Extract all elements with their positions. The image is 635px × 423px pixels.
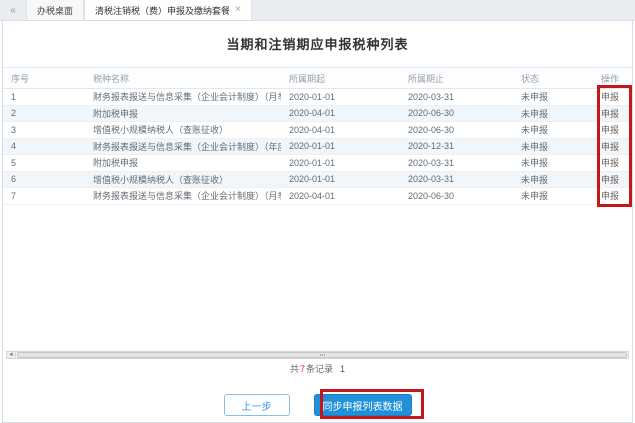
main-panel: 当期和注销期应申报税种列表 序号 税种名称 所属期起 所属期止 状态 操作 1财… [2,21,633,423]
period-end: 2020-03-31 [400,174,513,184]
period-start: 2020-04-01 [281,191,400,201]
period-end: 2020-06-30 [400,191,513,201]
tax-type-name: 财务报表报送与信息采集（企业会计制度）（年度） [85,140,281,153]
tax-type-name: 增值税小规模纳税人（查账征收） [85,123,281,136]
declare-link[interactable]: 申报 [593,123,632,136]
table-row: 5附加税申报2020-01-012020-03-31未申报申报 [3,155,632,172]
row-number: 6 [3,174,85,184]
table-row: 2附加税申报2020-04-012020-06-30未申报申报 [3,106,632,123]
period-start: 2020-04-01 [281,108,400,118]
row-number: 3 [3,125,85,135]
row-number: 1 [3,92,85,102]
declare-link[interactable]: 申报 [593,140,632,153]
footer-actions: 上一步 同步申报列表数据 [3,393,632,417]
record-count-suffix: 条记录 [306,364,333,374]
scrollbar-thumb[interactable] [17,352,627,358]
period-end: 2020-03-31 [400,92,513,102]
row-number: 5 [3,158,85,168]
scroll-left-arrow-icon[interactable]: ◄ [7,352,16,358]
table-row: 3增值税小规模纳税人（查账征收）2020-04-012020-06-30未申报申… [3,122,632,139]
app-window: « 办税桌面 清税注销税（费）申报及缴纳套餐 × 当期和注销期应申报税种列表 序… [0,0,635,423]
declare-link[interactable]: 申报 [593,173,632,186]
declare-link[interactable]: 申报 [593,189,632,202]
col-header-no: 序号 [3,72,85,85]
tab-cancellation-package[interactable]: 清税注销税（费）申报及缴纳套餐 × [84,0,252,20]
status-text: 未申报 [513,90,593,103]
period-end: 2020-06-30 [400,125,513,135]
table-header-row: 序号 税种名称 所属期起 所属期止 状态 操作 [3,67,632,89]
period-end: 2020-06-30 [400,108,513,118]
record-count-prefix: 共 [290,364,299,374]
period-end: 2020-03-31 [400,158,513,168]
collapse-tabs-icon[interactable]: « [0,0,26,20]
status-text: 未申报 [513,107,593,120]
scrollbar-grip-icon [318,354,326,356]
record-count: 共7条记录 1 [3,362,632,375]
row-number: 7 [3,191,85,201]
close-tab-icon[interactable]: × [235,5,241,15]
status-text: 未申报 [513,173,593,186]
table-row: 1财务报表报送与信息采集（企业会计制度）（月季）2020-01-012020-0… [3,89,632,106]
col-header-status: 状态 [513,72,593,85]
status-text: 未申报 [513,123,593,136]
tab-bar: « 办税桌面 清税注销税（费）申报及缴纳套餐 × [0,0,635,21]
page-number[interactable]: 1 [340,364,345,374]
previous-step-button[interactable]: 上一步 [224,394,290,416]
status-text: 未申报 [513,189,593,202]
tab-label: 办税桌面 [37,4,73,17]
tax-type-name: 附加税申报 [85,156,281,169]
tax-type-name: 财务报表报送与信息采集（企业会计制度）（月季） [85,90,281,103]
col-header-end: 所属期止 [400,72,513,85]
tab-label: 清税注销税（费）申报及缴纳套餐 [95,4,230,17]
table-body: 1财务报表报送与信息采集（企业会计制度）（月季）2020-01-012020-0… [3,89,632,205]
period-start: 2020-01-01 [281,92,400,102]
col-header-name: 税种名称 [85,72,281,85]
sync-declaration-list-button[interactable]: 同步申报列表数据 [314,394,412,416]
tax-types-table: 序号 税种名称 所属期起 所属期止 状态 操作 1财务报表报送与信息采集（企业会… [3,67,632,205]
tax-type-name: 附加税申报 [85,107,281,120]
period-end: 2020-12-31 [400,141,513,151]
row-number: 2 [3,108,85,118]
period-start: 2020-04-01 [281,125,400,135]
col-header-action: 操作 [593,72,632,85]
status-text: 未申报 [513,140,593,153]
page-title: 当期和注销期应申报税种列表 [3,34,632,53]
declare-link[interactable]: 申报 [593,107,632,120]
table-row: 6增值税小规模纳税人（查账征收）2020-01-012020-03-31未申报申… [3,172,632,189]
period-start: 2020-01-01 [281,174,400,184]
status-text: 未申报 [513,156,593,169]
col-header-start: 所属期起 [281,72,400,85]
period-start: 2020-01-01 [281,158,400,168]
period-start: 2020-01-01 [281,141,400,151]
tax-type-name: 增值税小规模纳税人（查账征收） [85,173,281,186]
tab-tax-desktop[interactable]: 办税桌面 [26,0,84,20]
tax-type-name: 财务报表报送与信息采集（企业会计制度）（月季） [85,189,281,202]
declare-link[interactable]: 申报 [593,90,632,103]
table-row: 7财务报表报送与信息采集（企业会计制度）（月季）2020-04-012020-0… [3,188,632,205]
declare-link[interactable]: 申报 [593,156,632,169]
record-count-number: 7 [299,364,306,374]
horizontal-scrollbar[interactable]: ◄ [6,351,629,359]
row-number: 4 [3,141,85,151]
table-row: 4财务报表报送与信息采集（企业会计制度）（年度）2020-01-012020-1… [3,139,632,156]
